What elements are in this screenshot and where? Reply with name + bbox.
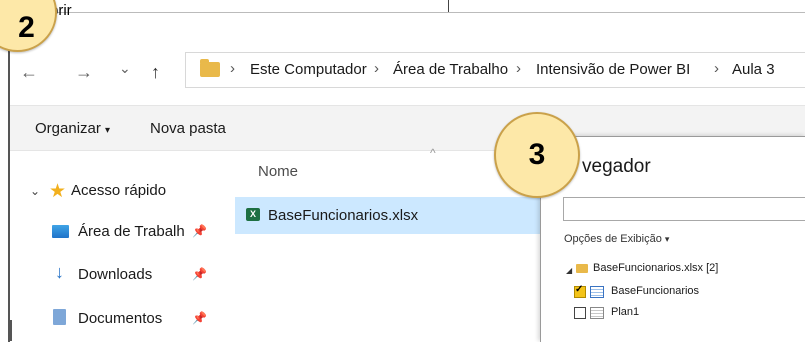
star-icon: ★ <box>49 181 67 202</box>
forward-button[interactable]: → <box>75 62 93 83</box>
chevron-right-icon: › <box>374 60 379 77</box>
chevron-right-icon: › <box>230 60 235 77</box>
tree-expand-icon[interactable]: ◢ <box>566 266 572 275</box>
column-header-nome[interactable]: Nome <box>258 163 298 180</box>
table-icon <box>590 286 604 298</box>
chevron-down-icon: ▾ <box>105 125 111 136</box>
checkbox-plan1[interactable] <box>574 307 586 319</box>
download-icon: ↓ <box>55 262 64 282</box>
documents-icon <box>53 309 66 325</box>
sidebar-item-downloads[interactable]: Downloads <box>78 266 152 283</box>
pin-icon[interactable]: 📌 <box>192 267 207 281</box>
sidebar-item-acesso-rapido[interactable]: Acesso rápido <box>71 182 166 199</box>
tree-root-workbook[interactable]: BaseFuncionarios.xlsx [2] <box>593 262 718 274</box>
chevron-right-icon: › <box>714 60 719 77</box>
sort-ascending-icon[interactable]: ^ <box>430 146 436 160</box>
breadcrumb-area-de-trabalho[interactable]: Área de Trabalho <box>393 61 508 78</box>
checkbox-basefuncionarios[interactable] <box>574 284 586 298</box>
file-name[interactable]: BaseFuncionarios.xlsx <box>268 207 418 224</box>
view-options-label: Opções de Exibição <box>564 233 662 245</box>
breadcrumb-aula-3[interactable]: Aula 3 <box>732 61 775 78</box>
pin-icon[interactable]: 📌 <box>192 224 207 238</box>
organize-label: Organizar <box>35 120 101 137</box>
chevron-right-icon: › <box>516 60 521 77</box>
folder-icon <box>576 264 588 273</box>
up-folder-button[interactable]: ↑ <box>151 62 160 83</box>
window-border <box>10 320 12 341</box>
navigator-search-input[interactable] <box>563 197 805 221</box>
breadcrumb-este-computador[interactable]: Este Computador <box>250 61 367 78</box>
background-window-divider <box>448 0 449 12</box>
pin-icon[interactable]: 📌 <box>192 311 207 325</box>
sidebar-item-documentos[interactable]: Documentos <box>78 310 162 327</box>
desktop-icon <box>52 225 69 238</box>
excel-icon: X <box>246 208 260 221</box>
sheet-icon <box>590 307 604 319</box>
tree-item-plan1[interactable]: Plan1 <box>611 306 639 318</box>
step-badge-3: 3 <box>494 112 580 198</box>
navigator-title: vegador <box>582 156 651 177</box>
tree-item-basefuncionarios[interactable]: BaseFuncionarios <box>611 285 699 297</box>
chevron-down-icon: ▾ <box>664 234 670 244</box>
address-bar[interactable]: › Este Computador › Área de Trabalho › I… <box>185 52 805 88</box>
new-folder-button[interactable]: Nova pasta <box>150 120 226 137</box>
sidebar-item-area-de-trabalho[interactable]: Área de Trabalh <box>78 223 185 240</box>
back-button[interactable]: ← <box>20 62 38 83</box>
recent-locations-button[interactable]: ⌄ <box>119 60 131 77</box>
breadcrumb-intensivao-power-bi[interactable]: Intensivão de Power BI <box>536 61 690 78</box>
folder-icon <box>200 59 220 77</box>
view-options-dropdown[interactable]: Opções de Exibição ▾ <box>564 233 669 245</box>
organize-button[interactable]: Organizar ▾ <box>35 120 110 137</box>
expand-chevron-icon[interactable]: ⌄ <box>30 184 40 198</box>
